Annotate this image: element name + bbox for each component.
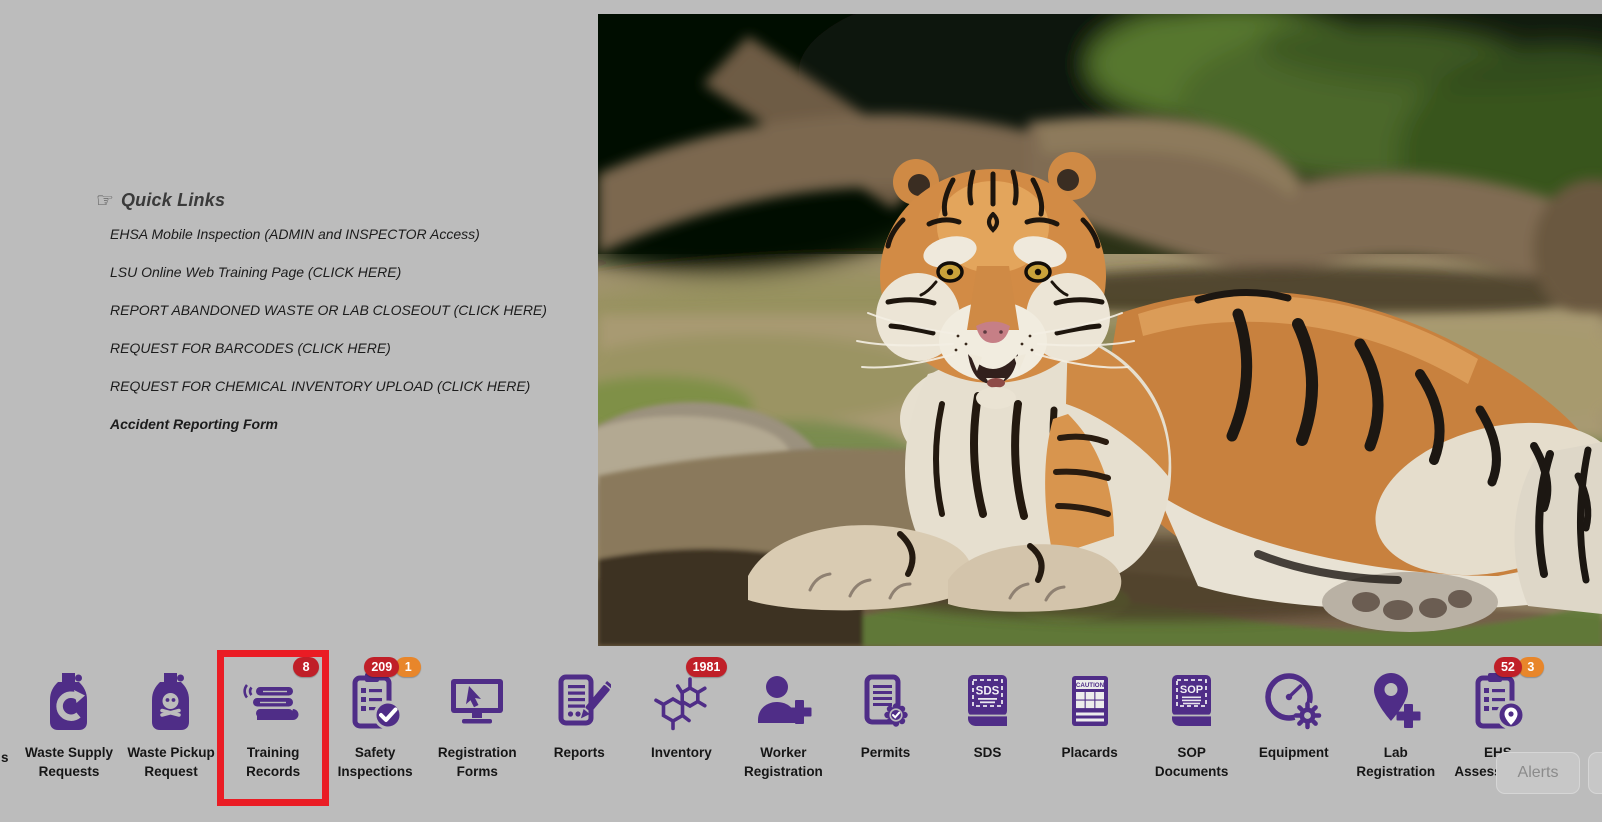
dock-item-label: Inventory bbox=[633, 743, 729, 762]
training-records-icon bbox=[241, 670, 305, 734]
quick-link[interactable]: Accident Reporting Form bbox=[110, 416, 656, 432]
dock-item[interactable]: 8 Training Records bbox=[225, 670, 321, 781]
dock-item-label: Registration Forms bbox=[429, 743, 525, 781]
quick-link[interactable]: REPORT ABANDONED WASTE OR LAB CLOSEOUT (… bbox=[110, 302, 656, 318]
count-badge: 8 bbox=[293, 657, 319, 677]
ehs-assessments-icon bbox=[1466, 670, 1530, 734]
quick-link[interactable]: EHSA Mobile Inspection (ADMIN and INSPEC… bbox=[110, 226, 656, 242]
sop-documents-icon bbox=[1160, 670, 1224, 734]
dock-item-label: Safety Inspections bbox=[327, 743, 423, 781]
dock-item[interactable]: 209 1 Safety Inspections bbox=[327, 670, 423, 781]
lab-registration-icon bbox=[1364, 670, 1428, 734]
dock-item[interactable]: Placards bbox=[1042, 670, 1138, 781]
count-badge: 1 bbox=[395, 657, 421, 677]
dock-item-label: Reports bbox=[531, 743, 627, 762]
dock-item-label: Placards bbox=[1042, 743, 1138, 762]
quick-link[interactable]: REQUEST FOR CHEMICAL INVENTORY UPLOAD (C… bbox=[110, 378, 656, 394]
placards-icon bbox=[1058, 670, 1122, 734]
dock-item-label: Equipment bbox=[1246, 743, 1342, 762]
safety-inspections-icon bbox=[343, 670, 407, 734]
registration-forms-icon bbox=[445, 670, 509, 734]
partial-edge-button[interactable] bbox=[1588, 752, 1602, 794]
count-badge: 209 bbox=[364, 657, 399, 677]
alerts-button[interactable]: Alerts bbox=[1496, 752, 1580, 794]
equipment-icon bbox=[1262, 670, 1326, 734]
waste-pickup-icon bbox=[139, 670, 203, 734]
sds-icon bbox=[956, 670, 1020, 734]
dock-item[interactable]: Worker Registration bbox=[735, 670, 831, 781]
permits-icon bbox=[854, 670, 918, 734]
inventory-icon bbox=[649, 670, 713, 734]
quick-links-panel: ☞ Quick Links EHSA Mobile Inspection (AD… bbox=[96, 190, 656, 454]
module-dock: Waste Supply Requests Waste Pickup Reque… bbox=[21, 670, 1546, 781]
badge-group: 209 1 bbox=[364, 657, 421, 677]
dock-item[interactable]: SDS bbox=[940, 670, 1036, 781]
hand-pointer-icon: ☞ bbox=[96, 191, 114, 211]
worker-registration-icon bbox=[751, 670, 815, 734]
dock-item-label: Training Records bbox=[225, 743, 321, 781]
dock-item[interactable]: 1981 Inventory bbox=[633, 670, 729, 781]
hero-photo bbox=[598, 14, 1602, 646]
offscreen-dock-item-fragment[interactable]: s bbox=[1, 750, 9, 765]
dock-item[interactable]: Equipment bbox=[1246, 670, 1342, 781]
ehsa-dashboard: ☞ Quick Links EHSA Mobile Inspection (AD… bbox=[0, 0, 1602, 822]
dock-item[interactable]: Registration Forms bbox=[429, 670, 525, 781]
dock-item[interactable]: Permits bbox=[838, 670, 934, 781]
quick-link[interactable]: LSU Online Web Training Page (CLICK HERE… bbox=[110, 264, 656, 280]
dock-item-label: Waste Supply Requests bbox=[21, 743, 117, 781]
dock-item-label: Lab Registration bbox=[1348, 743, 1444, 781]
waste-supply-icon bbox=[37, 670, 101, 734]
dock-item[interactable]: SOP Documents bbox=[1144, 670, 1240, 781]
badge-group: 1981 bbox=[686, 657, 728, 677]
dock-item-label: Permits bbox=[838, 743, 934, 762]
tiger-photo-illustration bbox=[598, 14, 1602, 646]
badge-group: 52 3 bbox=[1494, 657, 1544, 677]
quick-links-title: Quick Links bbox=[121, 190, 225, 211]
dock-item[interactable]: Waste Supply Requests bbox=[21, 670, 117, 781]
count-badge: 52 bbox=[1494, 657, 1522, 677]
reports-icon bbox=[547, 670, 611, 734]
dock-item[interactable]: Lab Registration bbox=[1348, 670, 1444, 781]
quick-link[interactable]: REQUEST FOR BARCODES (CLICK HERE) bbox=[110, 340, 656, 356]
dock-item-label: SDS bbox=[940, 743, 1036, 762]
quick-links-header: ☞ Quick Links bbox=[96, 190, 656, 211]
dock-item-label: Waste Pickup Request bbox=[123, 743, 219, 781]
alerts-button-label: Alerts bbox=[1518, 764, 1559, 782]
dock-item[interactable]: Reports bbox=[531, 670, 627, 781]
dock-item-label: Worker Registration bbox=[735, 743, 831, 781]
badge-group: 8 bbox=[293, 657, 319, 677]
dock-item[interactable]: Waste Pickup Request bbox=[123, 670, 219, 781]
count-badge: 1981 bbox=[686, 657, 728, 677]
dock-item-label: SOP Documents bbox=[1144, 743, 1240, 781]
